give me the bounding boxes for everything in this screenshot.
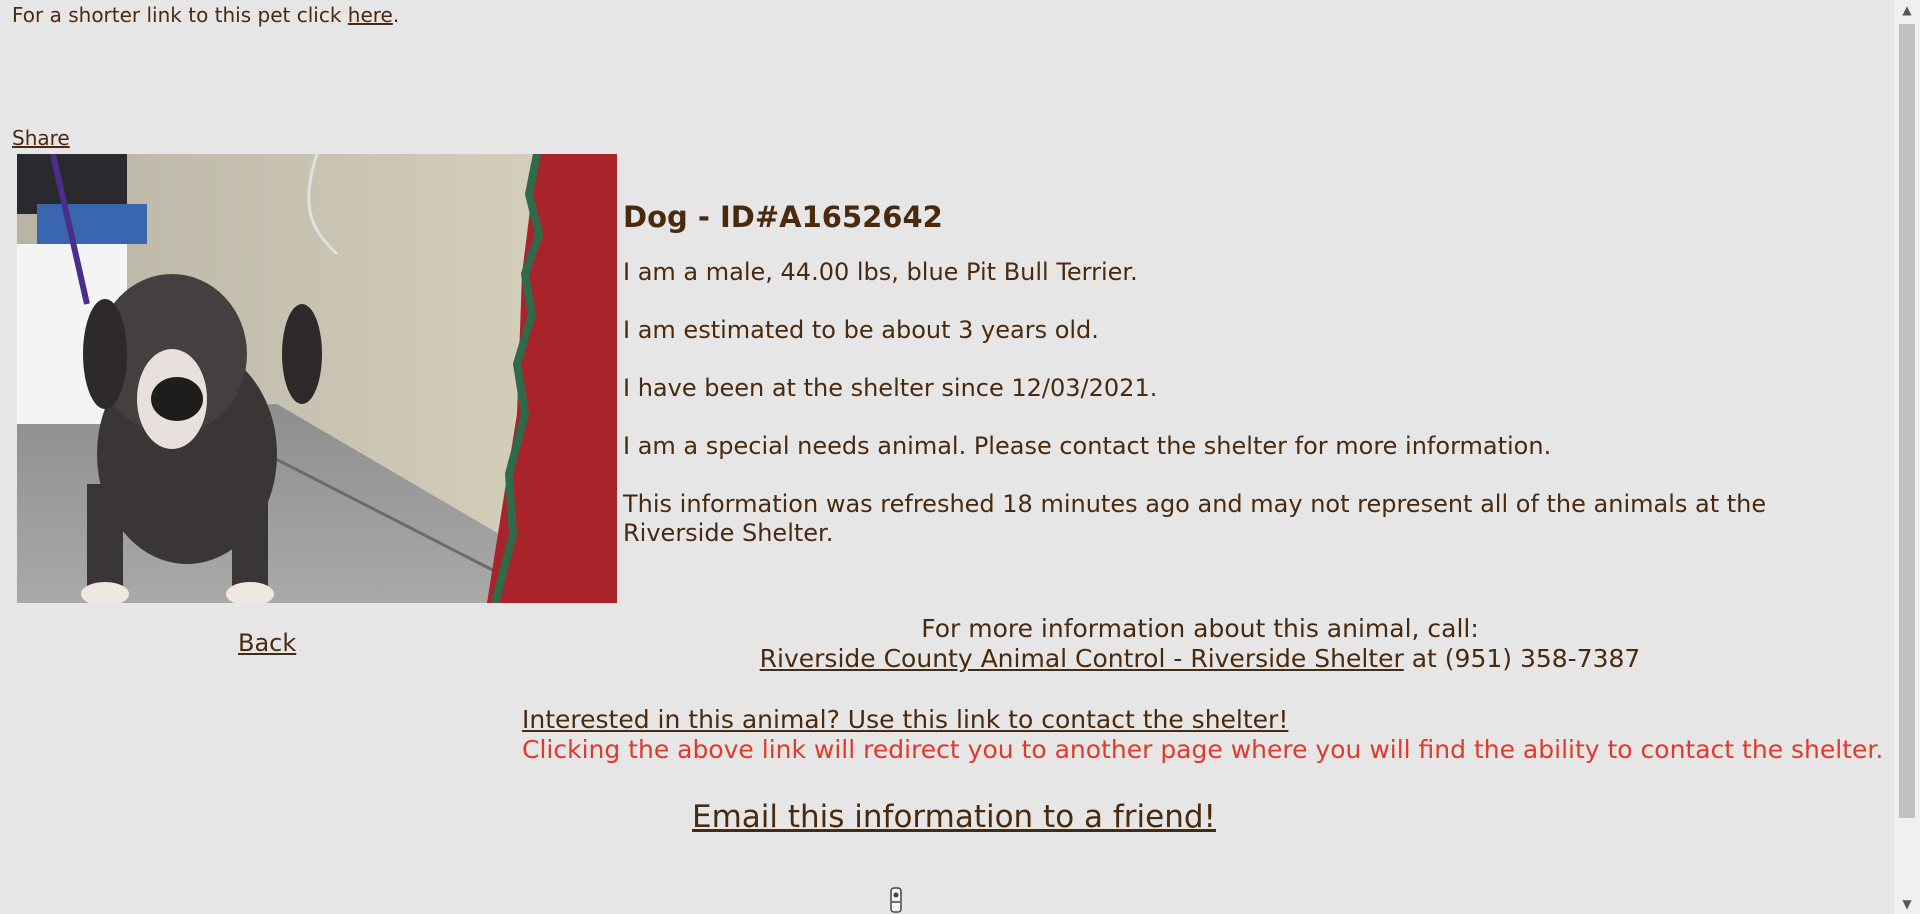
spinner-icon [886,886,906,914]
animal-info: Dog - ID#A1652642 I am a male, 44.00 lbs… [623,198,1823,577]
shelter-link[interactable]: Riverside County Animal Control - Rivers… [760,644,1404,673]
short-link-suffix: . [392,3,400,27]
shelter-phone: at (951) 358-7387 [1403,644,1641,673]
animal-age: I am estimated to be about 3 years old. [623,316,1099,344]
animal-photo [17,154,617,603]
animal-description: I am a male, 44.00 lbs, blue Pit Bull Te… [623,258,1138,286]
animal-special-needs: I am a special needs animal. Please cont… [623,432,1552,460]
short-link-text: For a shorter link to this pet click her… [12,3,399,27]
dog-photo-image [17,154,617,603]
pet-detail-page: For a shorter link to this pet click her… [0,0,1920,914]
back-link[interactable]: Back [238,628,296,658]
short-link-here[interactable]: here [348,3,393,27]
animal-heading: Dog - ID#A1652642 [623,200,943,234]
contact-call-text: For more information about this animal, … [921,614,1479,643]
refresh-notice: This information was refreshed 18 minute… [623,490,1767,547]
share-link[interactable]: Share [12,126,70,150]
animal-intake-date: I have been at the shelter since 12/03/2… [623,374,1158,402]
contact-line: Riverside County Animal Control - Rivers… [600,644,1800,674]
arrow-up-icon[interactable]: ▲ [1894,0,1920,20]
short-link-prefix: For a shorter link to this pet click [12,3,348,27]
contact-shelter-link[interactable]: Interested in this animal? Use this link… [522,705,1288,735]
vertical-scrollbar[interactable]: ▲ ▼ [1894,0,1920,914]
contact-info: For more information about this animal, … [600,614,1800,674]
scrollbar-thumb[interactable] [1899,24,1915,818]
email-friend-link[interactable]: Email this information to a friend! [692,798,1216,836]
arrow-down-icon[interactable]: ▼ [1894,894,1920,914]
redirect-note: Clicking the above link will redirect yo… [522,735,1884,764]
